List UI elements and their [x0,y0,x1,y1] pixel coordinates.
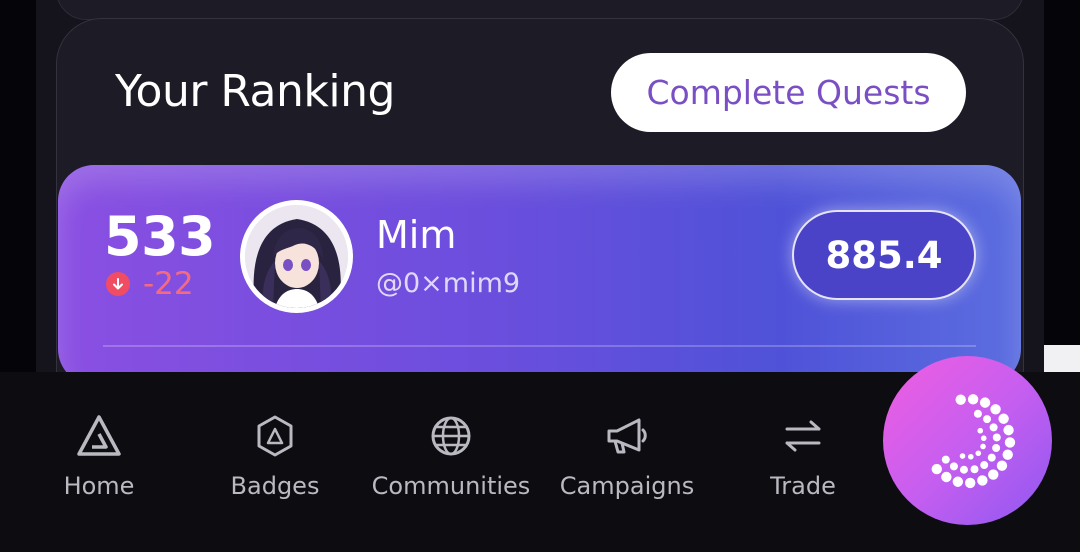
logo-dot [941,455,950,464]
nav-item-campaigns[interactable]: Campaigns [542,412,712,500]
logo-dot [979,396,990,408]
left-edge [0,0,36,372]
badge-hexagon-icon [257,415,293,457]
logo-dot [964,477,975,488]
logo-dot [987,453,996,462]
logo-dot [1002,448,1013,460]
logo-dot [970,464,979,473]
avatar[interactable] [240,200,353,313]
swap-arrows-icon [785,420,821,452]
logo-dot [992,432,1001,441]
rank-change: -22 [143,266,194,302]
logo-dot [949,461,958,470]
nav-label-campaigns: Campaigns [559,472,695,500]
logo-dot [980,434,987,441]
logo-dot [940,471,952,482]
logo-dot [976,427,983,434]
logo-dot [989,422,998,431]
nav-label-communities: Communities [371,472,531,500]
logo-dot [996,459,1007,471]
nav-label-badges: Badges [230,472,320,500]
logo-dot [979,443,986,449]
logo-dot [967,393,978,405]
logo-dot [997,413,1009,424]
logo-dot [959,465,968,474]
complete-quests-button[interactable]: Complete Quests [611,53,966,132]
right-edge [1044,0,1080,345]
nav-item-badges[interactable]: Badges [190,412,360,500]
logo-dot [987,468,998,480]
home-triangle-icon [77,415,121,456]
logo-dot [931,463,942,474]
logo-dot [1002,424,1014,435]
globe-icon [431,416,471,456]
logo-dot [955,393,966,405]
score-badge: 885.4 [792,210,976,300]
logo-dot [976,474,988,486]
user-name: Mim [376,213,457,257]
brand-action-button[interactable] [883,356,1052,525]
avatar-image [245,205,348,308]
nav-label-trade: Trade [770,472,836,500]
logo-dot [959,452,965,459]
logo-dot [979,460,988,469]
logo-dot [967,453,974,460]
megaphone-icon [607,418,647,454]
logo-dot [974,449,981,456]
dotted-spiral-logo-icon [931,393,1015,488]
arrow-down-circle-icon [106,272,130,296]
logo-dot [1004,436,1015,448]
user-handle: @0×mim9 [376,268,521,299]
logo-dot [952,476,963,487]
nav-item-communities[interactable]: Communities [366,412,536,500]
nav-item-home[interactable]: Home [14,412,184,500]
ranking-title: Your Ranking [115,66,395,117]
rank-divider [103,345,976,347]
logo-dot [989,403,1001,415]
previous-card [56,0,1024,20]
logo-dot [991,443,1000,452]
logo-dot [982,414,991,423]
nav-label-home: Home [63,472,135,500]
nav-item-trade[interactable]: Trade [718,412,888,500]
rank-number: 533 [104,205,216,268]
logo-dot [973,409,982,418]
